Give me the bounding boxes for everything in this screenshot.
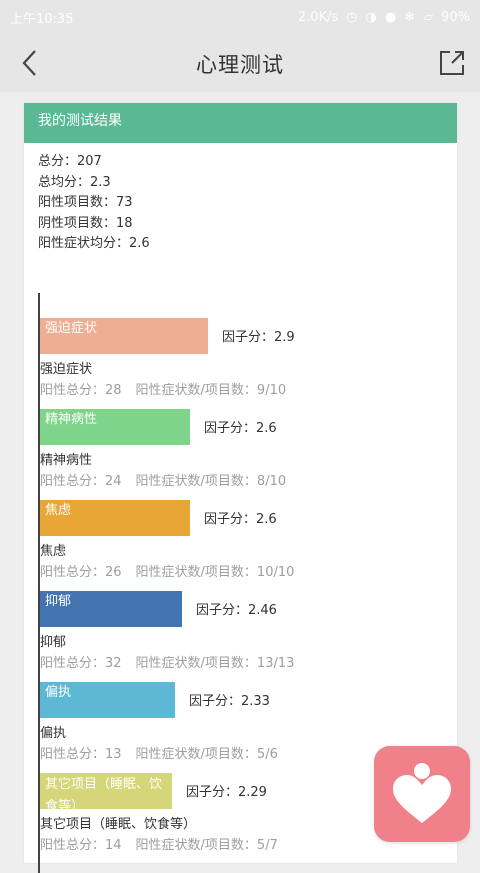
app-badge-button[interactable]: [374, 746, 470, 842]
factor-name: 强迫症状: [40, 362, 93, 377]
snowflake-icon: ❄: [404, 9, 416, 25]
positive-ratio: 阳性症状数/项目数：13/13: [135, 656, 295, 671]
positive-total: 阳性总分：14: [40, 838, 122, 853]
factor-name: 其它项目（睡眠、饮食等）: [40, 817, 197, 832]
bar-other: 其它项目（睡眠、饮食等）: [40, 773, 172, 809]
bar-obsessive: 强迫症状: [40, 318, 208, 354]
factor-stats: 阳性总分：28 阳性症状数/项目数：9/10: [40, 379, 286, 398]
bar-depression: 抑郁: [40, 591, 182, 627]
result-summary: 总分：207 总均分：2.3 阳性项目数：73 阴性项目数：18 阳性症状均分：…: [24, 143, 457, 255]
net-speed: 2.0K/s: [297, 9, 339, 25]
factor-name: 精神病性: [40, 453, 93, 468]
positive-total: 阳性总分：26: [40, 565, 122, 580]
score-label: 因子分：2.29: [186, 785, 267, 800]
summary-positive-items: 阳性项目数：73: [38, 195, 133, 210]
wifi-icon: ●: [384, 9, 397, 25]
score-label: 因子分：2.6: [204, 512, 277, 527]
positive-total: 阳性总分：13: [40, 747, 122, 762]
score-label: 因子分：2.6: [204, 421, 277, 436]
factor-stats: 阳性总分：26 阳性症状数/项目数：10/10: [40, 561, 294, 580]
nav-bar: 心理测试: [0, 34, 480, 92]
bar-anxiety: 焦虑: [40, 500, 190, 536]
battery-icon: ▱: [423, 9, 434, 25]
positive-total: 阳性总分：28: [40, 383, 122, 398]
positive-ratio: 阳性症状数/项目数：9/10: [135, 383, 287, 398]
score-label: 因子分：2.9: [222, 330, 295, 345]
factor-name: 偏执: [40, 726, 67, 741]
battery-level: 90%: [441, 9, 470, 25]
positive-ratio: 阳性症状数/项目数：8/10: [135, 474, 287, 489]
positive-ratio: 阳性症状数/项目数：5/7: [135, 838, 278, 853]
share-button[interactable]: [436, 47, 468, 79]
status-time: 上午10:35: [10, 11, 74, 27]
page-title: 心理测试: [196, 53, 284, 77]
status-bar: 上午10:35 2.0K/s ◷ ◑ ● ❄ ▱ 90%: [0, 0, 480, 34]
alarm-icon: ◷: [346, 9, 358, 25]
score-label: 因子分：2.33: [189, 694, 270, 709]
summary-positive-average: 阳性症状均分：2.6: [38, 236, 150, 251]
factor-name: 抑郁: [40, 635, 67, 650]
positive-total: 阳性总分：24: [40, 474, 122, 489]
positive-ratio: 阳性症状数/项目数：5/6: [135, 747, 278, 762]
positive-total: 阳性总分：32: [40, 656, 122, 671]
factor-stats: 阳性总分：24 阳性症状数/项目数：8/10: [40, 470, 286, 489]
factor-stats: 阳性总分：32 阳性症状数/项目数：13/13: [40, 652, 294, 671]
summary-negative-items: 阴性项目数：18: [38, 215, 133, 231]
share-icon: [440, 51, 464, 75]
heart-person-icon: [393, 763, 451, 823]
factor-stats: 阳性总分：14 阳性症状数/项目数：5/7: [40, 834, 278, 853]
positive-ratio: 阳性症状数/项目数：10/10: [135, 565, 295, 580]
summary-total-score: 总分：207: [38, 154, 102, 169]
bar-psychotic: 精神病性: [40, 409, 190, 445]
signal-icon: ◑: [365, 9, 377, 25]
summary-average-score: 总均分：2.3: [38, 174, 111, 190]
factor-stats: 阳性总分：13 阳性症状数/项目数：5/6: [40, 743, 278, 762]
score-label: 因子分：2.46: [196, 603, 277, 618]
status-indicators: 2.0K/s ◷ ◑ ● ❄ ▱ 90%: [298, 10, 470, 25]
bar-paranoid: 偏执: [40, 682, 175, 718]
result-header: 我的测试结果: [24, 103, 457, 143]
factor-name: 焦虑: [40, 544, 67, 559]
